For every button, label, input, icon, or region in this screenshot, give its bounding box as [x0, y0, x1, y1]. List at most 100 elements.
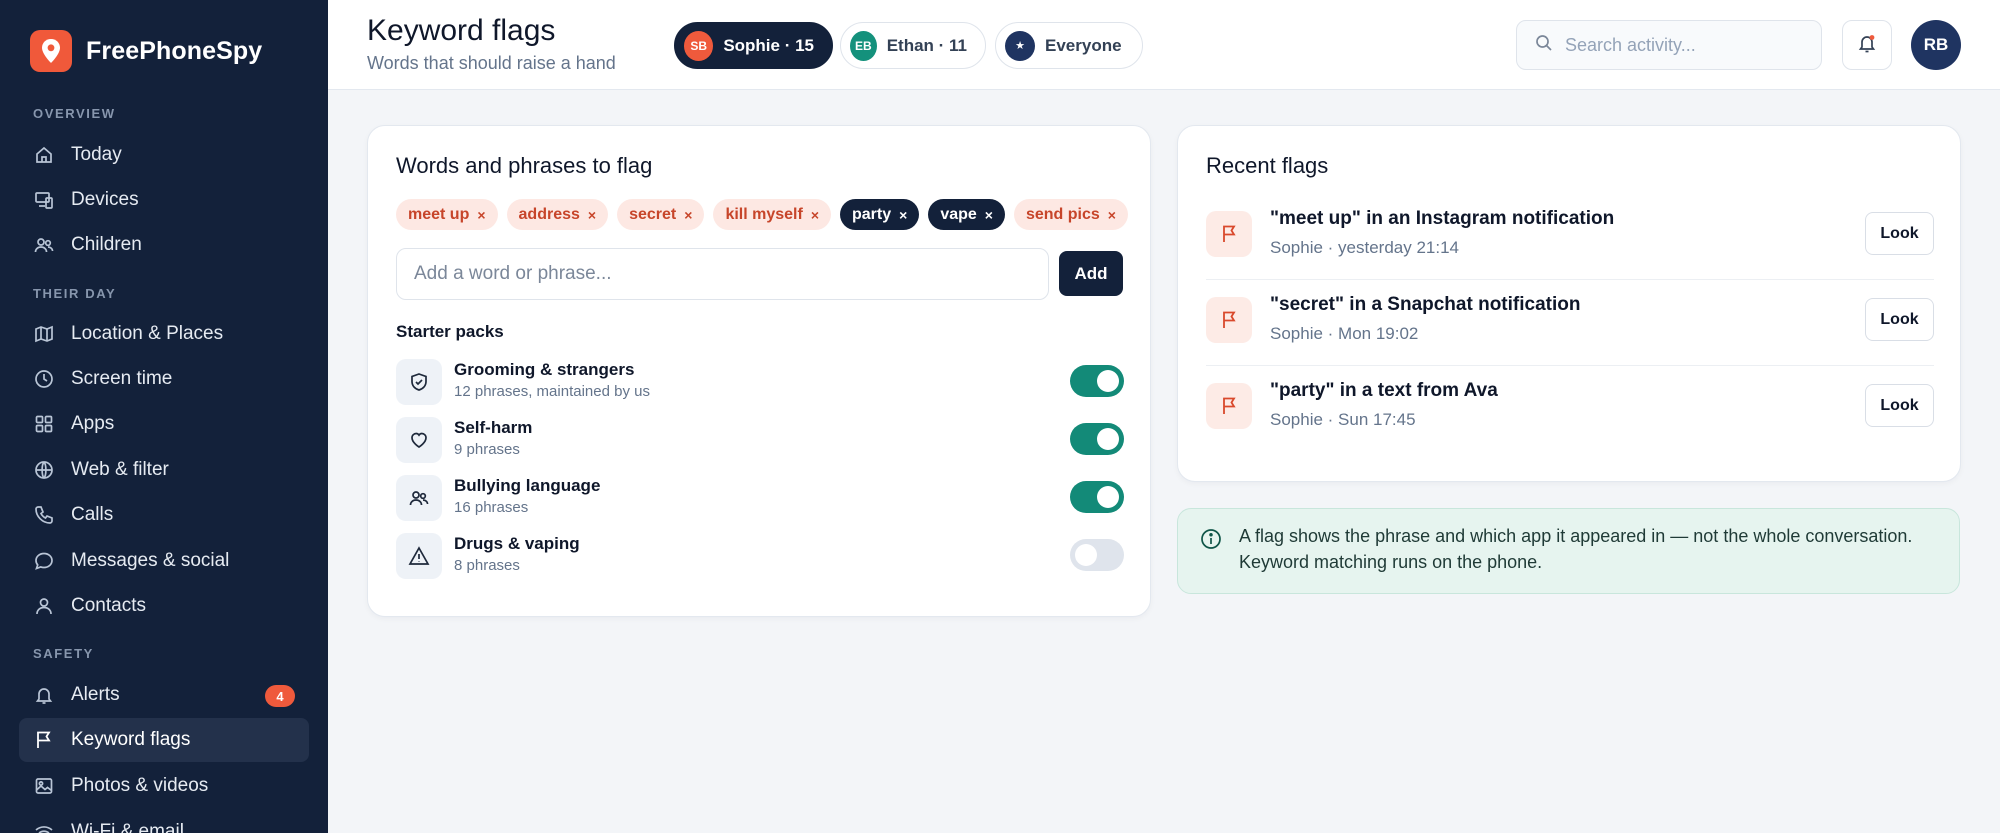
- pack-toggle[interactable]: [1070, 539, 1124, 571]
- keyword-tag[interactable]: send pics ×: [1013, 199, 1128, 230]
- page-title: Keyword flags: [367, 14, 556, 47]
- sidebar-item-label: Children: [71, 234, 142, 255]
- avatar: SB: [684, 30, 714, 61]
- sidebar-item-apps[interactable]: Apps: [19, 402, 309, 446]
- flag-title: "meet up" in an Instagram notification: [1270, 208, 1615, 229]
- flag-icon: [1206, 211, 1252, 257]
- sidebar-item-location[interactable]: Location & Places: [19, 312, 309, 356]
- info-text: A flag shows the phrase and which app it…: [1239, 526, 1913, 572]
- keyword-tag-list: meet up × address × secret × kill myself × p…: [396, 199, 1128, 230]
- sidebar-item-web-filter[interactable]: Web & filter: [19, 448, 309, 492]
- starter-pack-grooming: Grooming & strangers 12 phrases, maintai…: [396, 357, 1124, 407]
- tag-label: kill myself: [725, 205, 803, 223]
- flag-meta: Sophie · Mon 19:02: [1270, 324, 1419, 343]
- flag-meta: Sophie · Sun 17:45: [1270, 410, 1416, 429]
- chip-label: Ethan · 11: [886, 35, 967, 55]
- tag-label: meet up: [408, 205, 470, 223]
- search-input[interactable]: Search activity...: [1516, 20, 1822, 70]
- clock-icon: [33, 368, 55, 390]
- sidebar-item-screen-time[interactable]: Screen time: [19, 357, 309, 401]
- sidebar-item-label: Screen time: [71, 368, 173, 389]
- remove-tag-icon[interactable]: ×: [985, 207, 993, 223]
- child-chip-sophie[interactable]: SB Sophie · 15: [674, 22, 833, 69]
- section-label-overview: OVERVIEW: [33, 106, 116, 121]
- look-button[interactable]: Look: [1865, 298, 1934, 341]
- sidebar-item-today[interactable]: Today: [19, 133, 309, 177]
- privacy-info-note: A flag shows the phrase and which app it…: [1177, 508, 1960, 594]
- person-icon: [33, 595, 55, 617]
- look-button[interactable]: Look: [1865, 212, 1934, 255]
- sidebar-item-contacts[interactable]: Contacts: [19, 584, 309, 628]
- pack-toggle[interactable]: [1070, 365, 1124, 397]
- user-avatar[interactable]: RB: [1911, 20, 1961, 70]
- sidebar-item-keyword-flags[interactable]: Keyword flags: [19, 718, 309, 762]
- remove-tag-icon[interactable]: ×: [899, 207, 907, 223]
- search-placeholder: Search activity...: [1565, 34, 1696, 55]
- heart-icon: [396, 417, 442, 463]
- sidebar-item-label: Alerts: [71, 684, 120, 705]
- section-label-their-day: THEIR DAY: [33, 286, 117, 301]
- sidebar: FreePhoneSpy OVERVIEW Today Devices Chil…: [0, 0, 328, 833]
- tag-label: address: [518, 205, 580, 223]
- notifications-button[interactable]: [1842, 20, 1892, 70]
- avatar: EB: [850, 30, 877, 61]
- sidebar-item-label: Wi-Fi & email: [71, 821, 184, 833]
- child-chip-everyone[interactable]: ★ Everyone: [995, 22, 1143, 69]
- add-keyword-button[interactable]: Add: [1059, 251, 1123, 296]
- sidebar-item-label: Location & Places: [71, 323, 224, 344]
- keyword-tag[interactable]: meet up ×: [396, 199, 498, 230]
- pack-description: 16 phrases: [454, 499, 529, 516]
- flag-icon: [1206, 297, 1252, 343]
- keyword-tag[interactable]: party ×: [840, 199, 920, 230]
- search-icon: [1535, 34, 1553, 57]
- sidebar-item-wifi-email[interactable]: Wi-Fi & email: [19, 810, 309, 833]
- remove-tag-icon[interactable]: ×: [1108, 207, 1116, 223]
- remove-tag-icon[interactable]: ×: [684, 207, 692, 223]
- flag-icon: [1206, 383, 1252, 429]
- sidebar-item-photos[interactable]: Photos & videos: [19, 764, 309, 808]
- sidebar-item-label: Keyword flags: [71, 729, 191, 750]
- shield-check-icon: [396, 359, 442, 405]
- image-icon: [33, 775, 55, 797]
- sidebar-item-devices[interactable]: Devices: [19, 178, 309, 222]
- info-icon: [1200, 528, 1222, 555]
- section-label-safety: SAFETY: [33, 646, 94, 661]
- sidebar-item-calls[interactable]: Calls: [19, 493, 309, 537]
- remove-tag-icon[interactable]: ×: [588, 207, 596, 223]
- pack-name: Bullying language: [454, 476, 601, 495]
- remove-tag-icon[interactable]: ×: [811, 207, 819, 223]
- pack-description: 9 phrases: [454, 441, 520, 458]
- keyword-tag[interactable]: address ×: [506, 199, 609, 230]
- sidebar-item-label: Devices: [71, 189, 139, 210]
- keyword-tag[interactable]: kill myself ×: [713, 199, 831, 230]
- remove-tag-icon[interactable]: ×: [477, 207, 485, 223]
- sidebar-item-alerts[interactable]: Alerts 4: [19, 673, 309, 717]
- warning-icon: [396, 533, 442, 579]
- pack-toggle[interactable]: [1070, 481, 1124, 513]
- alerts-count-badge: 4: [265, 685, 295, 707]
- sidebar-item-label: Contacts: [71, 595, 146, 616]
- brand-name: FreePhoneSpy: [86, 36, 263, 65]
- recent-flag-row: "party" in a text from Ava Sophie · Sun …: [1206, 366, 1934, 452]
- pack-toggle[interactable]: [1070, 423, 1124, 455]
- pack-name: Grooming & strangers: [454, 360, 635, 379]
- brand[interactable]: FreePhoneSpy: [30, 30, 262, 72]
- sidebar-item-label: Photos & videos: [71, 775, 209, 796]
- card-title: Words and phrases to flag: [396, 153, 653, 178]
- children-icon: [33, 234, 55, 256]
- keyword-tag[interactable]: secret ×: [617, 199, 705, 230]
- pack-description: 8 phrases: [454, 557, 520, 574]
- look-button[interactable]: Look: [1865, 384, 1934, 427]
- keyword-tag[interactable]: vape ×: [928, 199, 1005, 230]
- flag-title: "party" in a text from Ava: [1270, 380, 1498, 401]
- sidebar-item-children[interactable]: Children: [19, 223, 309, 267]
- devices-icon: [33, 189, 55, 211]
- add-keyword-input[interactable]: Add a word or phrase...: [396, 248, 1049, 300]
- child-chip-ethan[interactable]: EB Ethan · 11: [840, 22, 986, 69]
- recent-flag-row: "secret" in a Snapchat notification Soph…: [1206, 280, 1934, 366]
- sidebar-item-label: Calls: [71, 504, 114, 525]
- sidebar-item-messages[interactable]: Messages & social: [19, 539, 309, 583]
- chat-icon: [33, 550, 55, 572]
- card-title: Recent flags: [1206, 153, 1329, 178]
- sidebar-item-label: Web & filter: [71, 459, 169, 480]
